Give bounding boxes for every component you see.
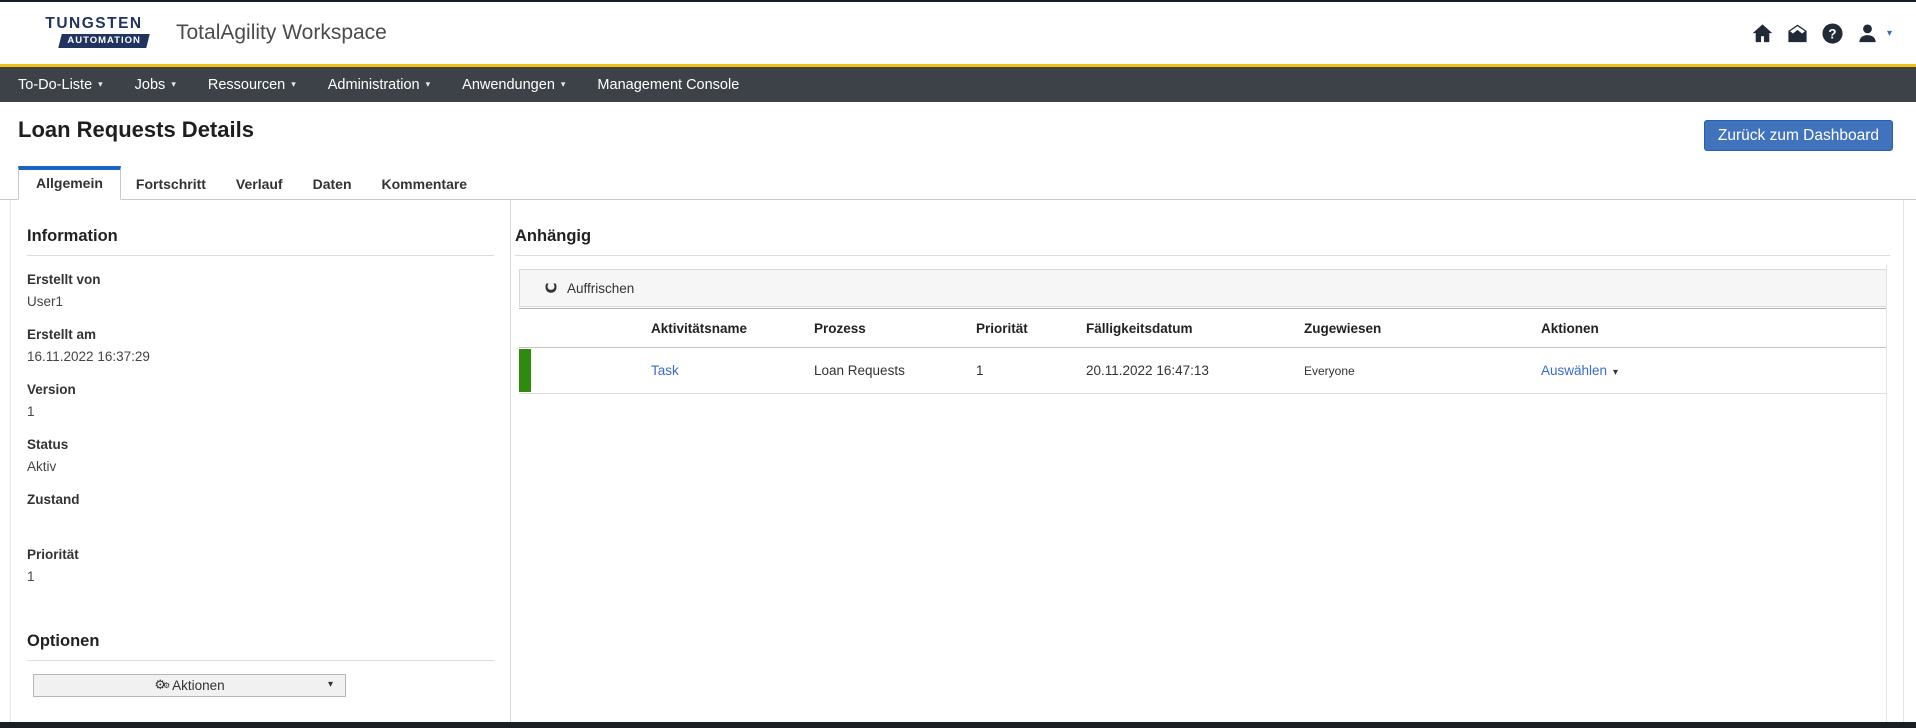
caret-down-icon: ▾: [425, 79, 431, 90]
field-value: 1: [27, 404, 35, 419]
field-label: Erstellt am: [27, 327, 97, 342]
nav-item-management-console[interactable]: Management Console: [581, 67, 755, 102]
pending-table: Aktivitätsname Prozess Priorität Fälligk…: [519, 308, 1887, 394]
tab-bar: Allgemein Fortschritt Verlauf Daten Komm…: [0, 166, 1916, 200]
activity-link[interactable]: Task: [651, 363, 679, 378]
caret-down-icon: ▾: [560, 79, 566, 90]
refresh-button[interactable]: C Auffrischen: [519, 269, 1887, 307]
field-version: Version 1: [27, 382, 494, 421]
mail-icon[interactable]: [1786, 22, 1809, 45]
row-status-cell: [519, 348, 651, 393]
field-value: User1: [27, 294, 64, 309]
priority-cell: 1: [976, 363, 984, 378]
app-header: TUNGSTEN AUTOMATION TotalAgility Workspa…: [0, 2, 1916, 64]
status-green-bar: [519, 349, 531, 392]
window-bottom-edge: [0, 722, 1916, 728]
row-actions-cell: Auswählen ▾: [1541, 363, 1887, 378]
page-title: Loan Requests Details: [18, 117, 254, 142]
column-right-border: [1886, 264, 1887, 722]
tab-verlauf[interactable]: Verlauf: [221, 168, 298, 200]
field-prioritaet: Priorität 1: [27, 547, 494, 586]
actions-dropdown-label: Aktionen: [172, 678, 225, 693]
table-row: Task Loan Requests 1 20.11.2022 16:47:13…: [519, 348, 1887, 394]
caret-down-icon: ▾: [291, 79, 296, 90]
tab-kommentare[interactable]: Kommentare: [367, 168, 483, 200]
help-icon[interactable]: ?: [1821, 22, 1844, 45]
pending-column: Anhängig C Auffrischen Aktivitätsname Pr…: [511, 200, 1903, 722]
field-label: Status: [27, 437, 69, 452]
field-value: 16.11.2022 16:37:29: [27, 349, 150, 364]
nav-item-anwendungen[interactable]: Anwendungen ▾: [446, 67, 581, 102]
home-icon[interactable]: [1751, 22, 1774, 45]
field-value: 1: [27, 569, 35, 584]
field-zustand: Zustand: [27, 492, 494, 531]
tungsten-logo[interactable]: TUNGSTEN AUTOMATION: [38, 15, 150, 48]
tab-daten[interactable]: Daten: [298, 168, 367, 200]
main-nav: To-Do-Liste ▾ Jobs ▾ Ressourcen ▾ Administr…: [0, 67, 1916, 102]
column-header-prioritaet: Priorität: [976, 320, 1028, 336]
process-cell: Loan Requests: [814, 363, 905, 378]
column-header-zugewiesen: Zugewiesen: [1304, 320, 1382, 336]
caret-down-icon: ▾: [98, 79, 103, 90]
svg-text:?: ?: [1828, 26, 1836, 41]
information-column: Information Erstellt von User1 Erstellt …: [11, 200, 511, 722]
field-value: Aktiv: [27, 459, 57, 474]
caret-down-icon: ▾: [327, 679, 333, 690]
caret-down-icon[interactable]: ▾: [1613, 367, 1618, 378]
options-heading: Optionen: [27, 632, 494, 661]
field-label: Erstellt von: [27, 272, 101, 287]
user-icon[interactable]: [1856, 22, 1879, 45]
column-header-aktionen: Aktionen: [1541, 320, 1599, 336]
caret-down-icon: ▾: [171, 79, 176, 90]
back-to-dashboard-button[interactable]: Zurück zum Dashboard: [1703, 120, 1893, 151]
assigned-cell: Everyone: [1304, 363, 1355, 378]
field-label: Zustand: [27, 492, 80, 507]
gears-icon-small: ⚙: [162, 681, 171, 690]
due-date-cell: 20.11.2022 16:47:13: [1086, 363, 1209, 378]
field-label: Version: [27, 382, 76, 397]
logo-wordmark: TUNGSTEN: [45, 15, 143, 32]
column-header-aktivitaetsname: Aktivitätsname: [651, 320, 748, 336]
tab-fortschritt[interactable]: Fortschritt: [121, 168, 221, 200]
field-erstellt-von: Erstellt von User1: [27, 272, 494, 311]
nav-item-jobs[interactable]: Jobs ▾: [119, 67, 192, 102]
logo-automation-badge: AUTOMATION: [58, 34, 150, 48]
row-action-dropdown[interactable]: Auswählen: [1541, 363, 1607, 378]
header-spacer: [519, 309, 651, 347]
pending-heading: Anhängig: [515, 227, 1890, 256]
field-value: [27, 514, 494, 531]
user-menu-caret-icon[interactable]: ▾: [1887, 28, 1892, 39]
information-heading: Information: [27, 227, 494, 256]
header-icon-group: ? ▾: [1751, 22, 1892, 45]
tab-allgemein[interactable]: Allgemein: [18, 166, 121, 200]
field-status: Status Aktiv: [27, 437, 494, 476]
refresh-label: Auffrischen: [567, 280, 635, 296]
field-label: Priorität: [27, 547, 79, 562]
field-erstellt-am: Erstellt am 16.11.2022 16:37:29: [27, 327, 494, 366]
nav-item-to-do-liste[interactable]: To-Do-Liste ▾: [18, 67, 119, 102]
tab-content-panel: Information Erstellt von User1 Erstellt …: [10, 200, 1904, 722]
app-title: TotalAgility Workspace: [176, 21, 387, 44]
column-header-prozess: Prozess: [814, 320, 866, 336]
refresh-icon: C: [542, 282, 561, 294]
column-header-faelligkeitsdatum: Fälligkeitsdatum: [1086, 320, 1193, 336]
nav-item-administration[interactable]: Administration ▾: [312, 67, 446, 102]
nav-item-ressourcen[interactable]: Ressourcen ▾: [192, 67, 312, 102]
actions-dropdown-button[interactable]: ⚙ ⚙ Aktionen ▾: [33, 674, 346, 697]
pending-table-header: Aktivitätsname Prozess Priorität Fälligk…: [519, 308, 1887, 348]
